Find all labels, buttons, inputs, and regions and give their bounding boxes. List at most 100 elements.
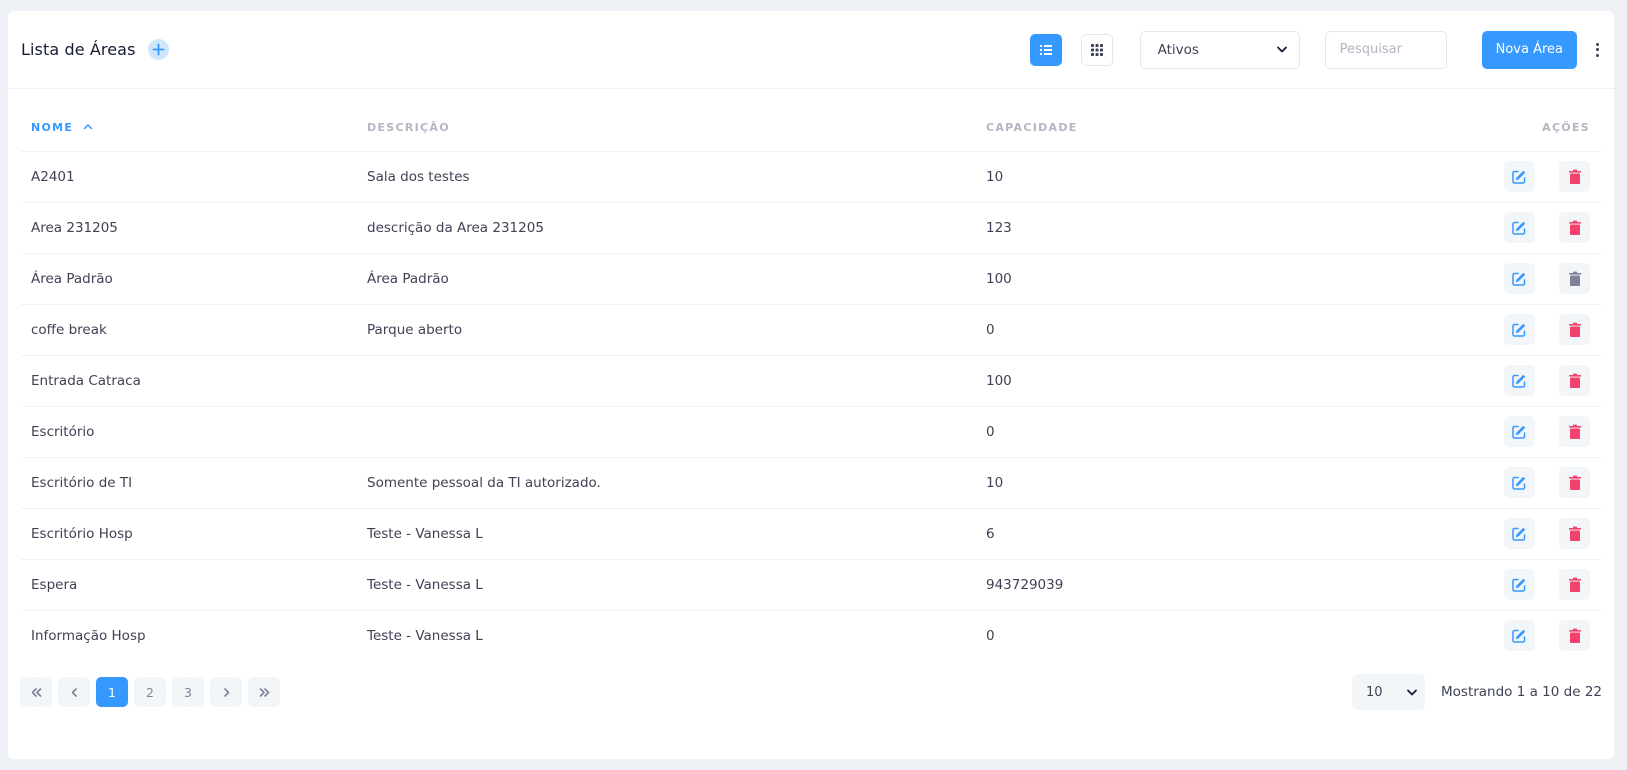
delete-button[interactable] [1559, 161, 1590, 192]
previous-page-button[interactable] [58, 677, 90, 707]
cell-description: Parque aberto [357, 304, 976, 356]
chevron-right-icon [223, 687, 229, 697]
cell-description: Teste - Vanessa L [367, 627, 483, 644]
column-header-name-label: NOME [31, 120, 74, 134]
table-row: Entrada Catraca 100 [21, 355, 1601, 407]
edit-button[interactable] [1503, 467, 1535, 498]
trash-icon [1568, 373, 1581, 388]
status-filter-value: Ativos [1157, 41, 1199, 58]
table-row: coffe break Parque aberto 0 [21, 304, 1601, 356]
grid-icon [1090, 43, 1103, 56]
cell-actions [1276, 304, 1601, 356]
edit-button[interactable] [1503, 212, 1535, 243]
edit-button[interactable] [1503, 620, 1535, 652]
search-input[interactable] [1324, 30, 1447, 69]
cell-actions [1276, 355, 1601, 407]
delete-button[interactable] [1559, 467, 1590, 498]
table-footer-info: 10 Mostrando 1 a 10 de 22 [1352, 674, 1602, 710]
first-page-button[interactable] [20, 677, 52, 707]
cell-actions [1276, 457, 1601, 509]
delete-button[interactable] [1559, 620, 1590, 652]
last-page-button[interactable] [248, 677, 280, 707]
cell-name: coffe break [21, 304, 357, 356]
cell-capacity: 100 [976, 253, 1276, 305]
trash-icon [1568, 475, 1581, 490]
cell-capacity: 10 [976, 151, 1276, 203]
showing-count-text: Mostrando 1 a 10 de 22 [1441, 684, 1602, 700]
edit-icon [1512, 170, 1526, 184]
trash-icon [1568, 577, 1581, 592]
cell-description: Teste - Vanessa L [357, 559, 976, 611]
delete-button[interactable] [1559, 212, 1590, 243]
edit-button[interactable] [1503, 314, 1535, 345]
delete-button[interactable] [1559, 263, 1590, 294]
sort-ascending-icon [84, 124, 93, 129]
table-header-row: NOME DESCRIÇÃO CAPACIDADE AÇÕES [21, 104, 1601, 152]
table-row: Informação Hosp Teste - Vanessa L 0 [21, 610, 1601, 661]
per-page-value: 10 [1366, 684, 1383, 700]
cell-description [357, 355, 976, 407]
column-header-name[interactable]: NOME [21, 104, 357, 152]
chevron-left-icon [71, 687, 77, 697]
edit-icon [1512, 476, 1526, 490]
column-header-capacity[interactable]: CAPACIDADE [976, 104, 1276, 152]
edit-button[interactable] [1503, 263, 1535, 294]
cell-name: Espera [21, 559, 357, 611]
trash-icon [1568, 220, 1581, 235]
grid-view-button[interactable] [1080, 33, 1113, 66]
cell-name: Area 231205 [21, 202, 357, 254]
add-area-button[interactable] [147, 39, 169, 60]
page-button-3[interactable]: 3 [172, 677, 204, 707]
edit-icon [1512, 323, 1526, 337]
delete-button[interactable] [1559, 365, 1590, 396]
status-filter-select[interactable]: Ativos [1139, 30, 1300, 69]
edit-icon [1512, 374, 1526, 388]
chevron-down-icon [1276, 46, 1287, 53]
cell-description: Teste - Vanessa L [357, 508, 976, 560]
cell-capacity: 0 [986, 627, 995, 644]
cell-description: descrição da Area 231205 [357, 202, 976, 254]
delete-button[interactable] [1559, 314, 1590, 345]
list-icon [1039, 44, 1052, 55]
plus-icon [152, 43, 164, 56]
areas-table: NOME DESCRIÇÃO CAPACIDADE AÇÕES A2401 Sa… [21, 104, 1601, 661]
more-options-icon[interactable] [1592, 40, 1602, 60]
card-header: Lista de Áreas Ativos Pesquisar Nova Áre… [8, 11, 1614, 89]
page-button-1[interactable]: 1 [96, 677, 128, 707]
delete-button[interactable] [1559, 416, 1590, 447]
edit-icon [1512, 578, 1526, 592]
table-row: Espera Teste - Vanessa L 943729039 [21, 559, 1601, 611]
page-title: Lista de Áreas [21, 40, 136, 59]
cell-name: Escritório de TI [21, 457, 357, 509]
pagination: 1 2 3 [20, 677, 286, 707]
edit-icon [1512, 221, 1526, 235]
cell-capacity: 6 [976, 508, 1276, 560]
list-view-button[interactable] [1029, 33, 1062, 66]
next-page-button[interactable] [210, 677, 242, 707]
cell-description: Somente pessoal da TI autorizado. [357, 457, 976, 509]
column-header-description[interactable]: DESCRIÇÃO [357, 104, 976, 152]
new-area-button[interactable]: Nova Área [1481, 30, 1577, 69]
page-button-2[interactable]: 2 [134, 677, 166, 707]
edit-button[interactable] [1503, 518, 1535, 549]
table-row: Area 231205 descrição da Area 231205 123 [21, 202, 1601, 254]
per-page-select[interactable]: 10 [1352, 674, 1425, 710]
cell-name: Informação Hosp [31, 627, 146, 644]
delete-button[interactable] [1559, 518, 1590, 549]
cell-description: Área Padrão [357, 253, 976, 305]
edit-icon [1512, 272, 1526, 286]
edit-button[interactable] [1503, 365, 1535, 396]
cell-name: Área Padrão [21, 253, 357, 305]
trash-icon [1568, 628, 1581, 643]
delete-button[interactable] [1559, 569, 1590, 600]
column-header-actions: AÇÕES [1276, 104, 1601, 152]
cell-name: Escritório [21, 406, 357, 458]
cell-capacity: 123 [976, 202, 1276, 254]
edit-button[interactable] [1503, 416, 1535, 447]
trash-icon [1568, 271, 1581, 286]
edit-button[interactable] [1503, 569, 1535, 600]
cell-actions [1276, 406, 1601, 458]
cell-capacity: 0 [976, 304, 1276, 356]
edit-button[interactable] [1503, 161, 1535, 192]
cell-capacity: 943729039 [976, 559, 1276, 611]
